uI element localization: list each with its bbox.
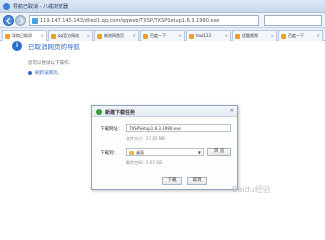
page-icon [189, 34, 194, 39]
tab-4[interactable]: 百度一下 × [140, 30, 185, 41]
browser-logo-icon [3, 3, 10, 10]
close-icon[interactable]: × [87, 33, 90, 38]
tab-label: 百度一下 [150, 33, 166, 38]
suggestion-text: 您可以尝试以下操作： [28, 61, 73, 66]
dialog-title: 新建下载任务 [105, 110, 136, 116]
download-button[interactable]: 下载 [162, 177, 182, 185]
page-icon [5, 34, 10, 39]
save-to-label: 下载到： [100, 151, 118, 156]
site-icon [32, 18, 38, 24]
tab-label: 百度一下 [288, 33, 304, 38]
save-location-value: 桌面 [136, 150, 144, 155]
close-icon[interactable]: × [317, 33, 320, 38]
info-icon: i [12, 41, 22, 51]
refresh-link[interactable]: 刷新该网页。 [28, 70, 62, 76]
arrow-right-icon [19, 18, 24, 24]
browse-button[interactable]: 浏 览 [207, 148, 231, 156]
window-titlebar: 导航已取消 - 八戒浏览器 [0, 0, 325, 13]
close-icon[interactable]: × [133, 33, 136, 38]
refresh-link-label: 刷新该网页。 [35, 71, 62, 76]
tab-bar: 导航已取消 × qq官方网站 × 新浪网首页 × 百度一下 × hao123 ×… [0, 28, 325, 41]
bullet-icon [28, 70, 32, 75]
tab-6[interactable]: 优酷视频 × [232, 30, 277, 41]
close-icon[interactable]: × [271, 33, 274, 38]
page-title: 已取消网页的导航 [28, 43, 80, 51]
page-icon [51, 34, 56, 39]
close-icon[interactable]: ✕ [230, 108, 234, 114]
tab-label: 导航已取消 [12, 33, 32, 38]
page-icon [143, 34, 148, 39]
page-icon [97, 34, 102, 39]
forward-button[interactable] [15, 15, 26, 26]
tab-label: 优酷视频 [242, 33, 258, 38]
tab-3[interactable]: 新浪网首页 × [94, 30, 139, 41]
close-icon[interactable]: × [179, 33, 182, 38]
cancel-button[interactable]: 取消 [187, 177, 207, 185]
address-text: 119.147.145.143/dlied1.qq.com/qqweb/TXSP… [40, 18, 220, 24]
tab-2[interactable]: qq官方网站 × [48, 30, 93, 41]
file-size-text: 文件大小：27.65 MB [126, 136, 165, 141]
tab-label: qq官方网站 [58, 33, 80, 38]
page-icon [235, 34, 240, 39]
chevron-down-icon: ▼ [197, 150, 201, 155]
close-icon[interactable]: × [225, 33, 228, 38]
address-input[interactable]: 119.147.145.143/dlied1.qq.com/qqweb/TXSP… [29, 15, 259, 26]
free-space-text: 剩余空间：2.67 GB [126, 160, 163, 165]
url-field[interactable]: TXSPSetup1.6.3.1990.exe [126, 124, 231, 132]
save-location-select[interactable]: 桌面 ▼ [126, 148, 204, 156]
download-icon [96, 109, 102, 115]
window-title: 导航已取消 - 八戒浏览器 [13, 4, 68, 10]
page-icon [281, 34, 286, 39]
address-toolbar: 119.147.145.143/dlied1.qq.com/qqweb/TXSP… [0, 13, 325, 28]
tab-label: hao123 [196, 33, 212, 38]
tab-7[interactable]: 百度一下 × [278, 30, 323, 41]
search-input[interactable] [264, 15, 322, 26]
tab-5[interactable]: hao123 × [186, 30, 231, 41]
arrow-left-icon [6, 18, 11, 24]
tab-label: 新浪网首页 [104, 33, 124, 38]
download-dialog: 新建下载任务 ✕ 下载网址： TXSPSetup1.6.3.1990.exe 文… [91, 105, 238, 190]
folder-icon [129, 151, 134, 155]
watermark: Baidu经验 [232, 185, 271, 194]
close-icon[interactable]: × [41, 33, 44, 38]
back-button[interactable] [3, 15, 14, 26]
dialog-titlebar: 新建下载任务 ✕ [92, 106, 237, 117]
url-label: 下载网址： [100, 127, 123, 132]
tab-1[interactable]: 导航已取消 × [2, 30, 47, 41]
